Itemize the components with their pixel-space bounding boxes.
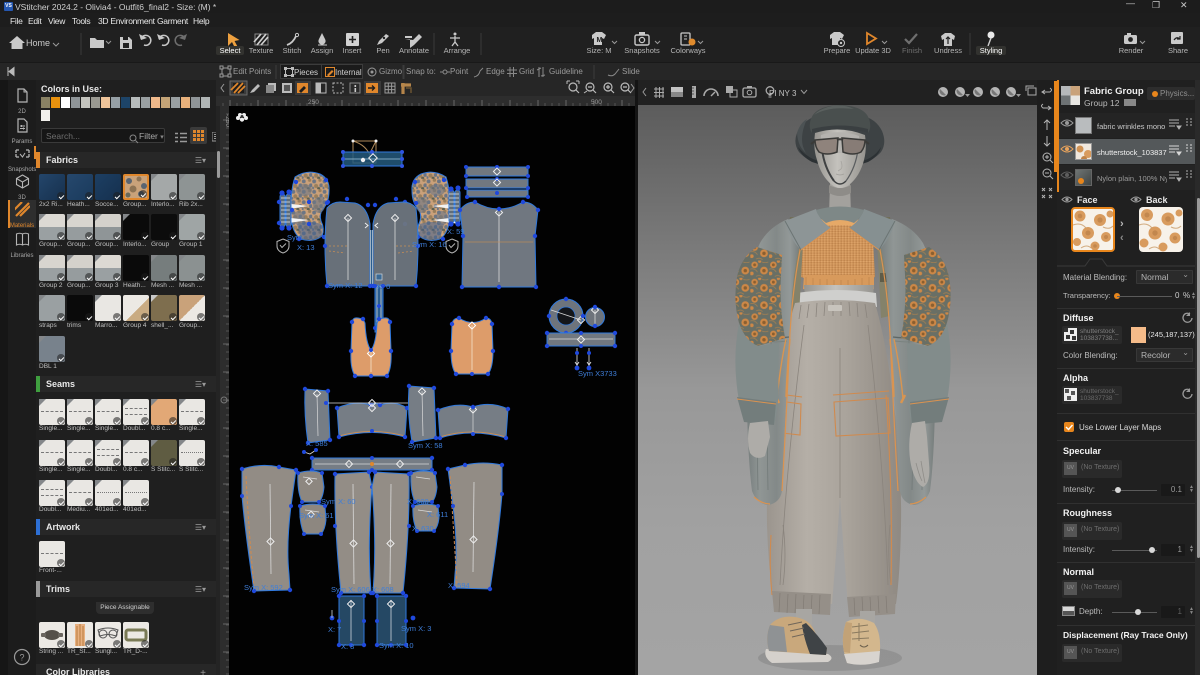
svg-text:X: 630: X: 630: [412, 524, 434, 533]
svg-text:Sym X: 16: Sym X: 16: [412, 240, 447, 249]
svg-text:Home: Home: [26, 38, 50, 48]
svg-text:Sym X: 58: Sym X: 58: [408, 441, 443, 450]
svg-text:X: 0: X: 0: [377, 282, 390, 291]
svg-text:Sym X: 61: Sym X: 61: [299, 511, 334, 520]
svg-text:X: 611: X: 611: [427, 510, 448, 519]
svg-text:X: 594: X: 594: [448, 581, 470, 590]
svg-text:X: 59: X: 59: [447, 227, 465, 236]
svg-text:X. 585: X. 585: [306, 439, 328, 448]
svg-text:?: ?: [20, 653, 25, 663]
svg-text:X: 608: X: 608: [372, 585, 394, 594]
svg-text:500: 500: [591, 99, 602, 106]
svg-text:PI NY 3: PI NY 3: [769, 89, 797, 98]
svg-text:Sym: Sym: [287, 233, 302, 242]
svg-text:Sym X: 3: Sym X: 3: [401, 624, 431, 633]
svg-text:Sym X: 12: Sym X: 12: [328, 281, 363, 290]
svg-text:Sym X: 592: Sym X: 592: [244, 583, 283, 592]
svg-text:X: 8: X: 8: [341, 642, 354, 651]
svg-text:X: 600: X: 600: [407, 497, 429, 506]
svg-text:Sym X3733: Sym X3733: [578, 369, 617, 378]
svg-text:Sym X: 606: Sym X: 606: [331, 585, 370, 594]
svg-text:Sym X: 10: Sym X: 10: [379, 641, 414, 650]
svg-text:Sym X: 60: Sym X: 60: [321, 497, 356, 506]
svg-text:X: 13: X: 13: [297, 243, 315, 252]
svg-text:250: 250: [308, 99, 319, 106]
svg-text:X: 7: X: 7: [328, 625, 341, 634]
